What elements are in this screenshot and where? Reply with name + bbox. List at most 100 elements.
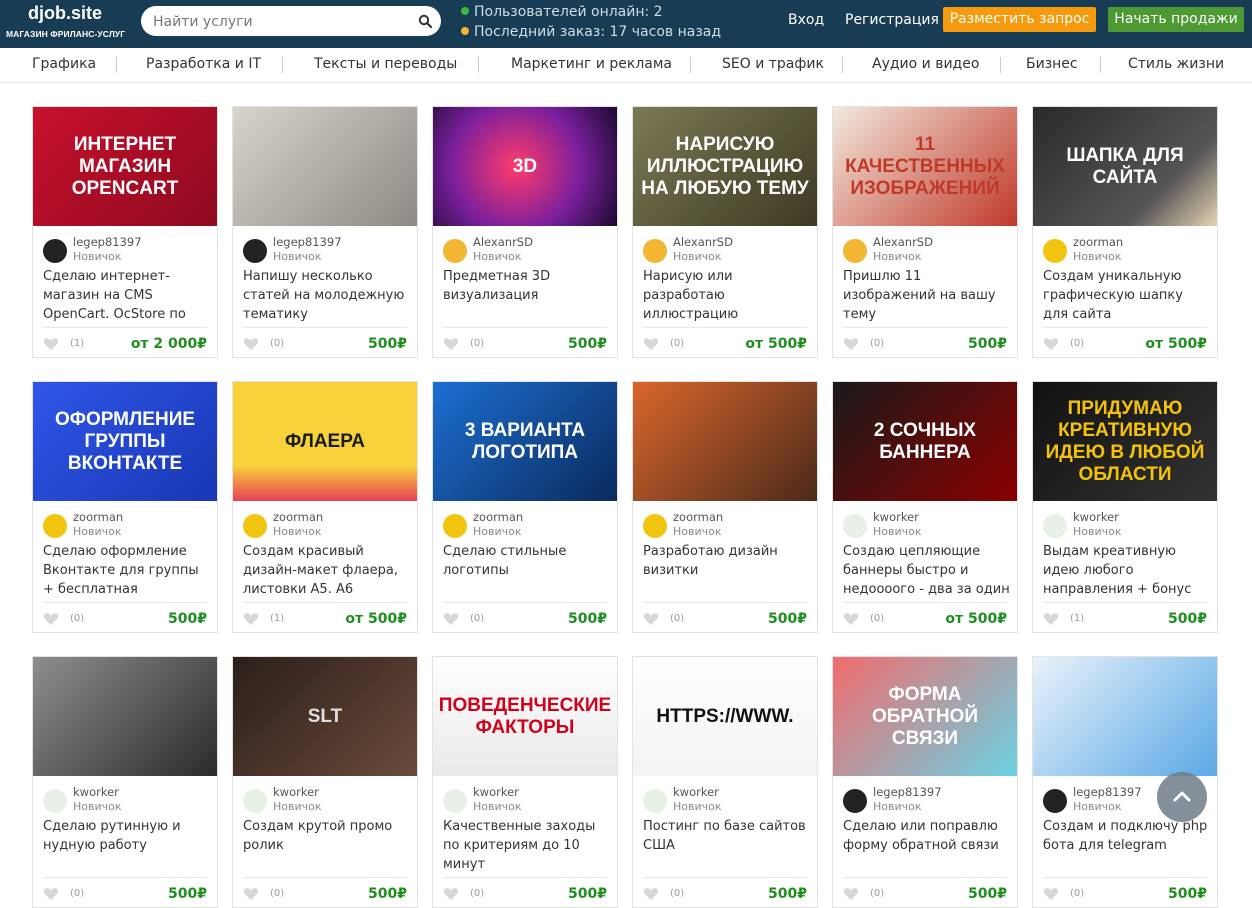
nav-development[interactable]: Разработка и IT xyxy=(146,56,261,72)
service-card[interactable]: Форма обратной связи legep81397 Новичок Сде… xyxy=(832,656,1018,908)
seller-name[interactable]: kworker xyxy=(1073,510,1119,524)
service-card[interactable]: Придумаю креативную идею в любой области… xyxy=(1032,381,1218,633)
heart-icon[interactable] xyxy=(243,887,259,901)
avatar[interactable] xyxy=(443,239,467,263)
seller-name[interactable]: kworker xyxy=(873,510,919,524)
login-link[interactable]: Вход xyxy=(788,12,824,28)
service-card[interactable]: legep81397 Новичок Напишу несколько статей… xyxy=(232,106,418,358)
service-thumbnail[interactable]: https://www. xyxy=(633,657,817,776)
heart-icon[interactable] xyxy=(643,612,659,626)
service-thumbnail[interactable]: 11 качественных изображений xyxy=(833,107,1017,226)
seller-name[interactable]: kworker xyxy=(673,785,719,799)
service-card[interactable]: Интернет магазин OpenCart legep81397 Нович… xyxy=(32,106,218,358)
site-logo[interactable]: djob.site МАГАЗИН ФРИЛАНС-УСЛУГ xyxy=(6,2,132,46)
search-icon[interactable] xyxy=(418,14,432,28)
nav-seo[interactable]: SEO и трафик xyxy=(722,56,824,72)
service-thumbnail[interactable] xyxy=(633,382,817,501)
start-selling-button[interactable]: Начать продажи xyxy=(1108,7,1244,32)
seller-name[interactable]: legep81397 xyxy=(73,235,142,249)
avatar[interactable] xyxy=(1043,514,1067,538)
service-thumbnail[interactable]: 3 варианта логотипа xyxy=(433,382,617,501)
search-input[interactable] xyxy=(151,6,410,38)
avatar[interactable] xyxy=(443,789,467,813)
seller-name[interactable]: zoorman xyxy=(1073,235,1123,249)
seller-name[interactable]: kworker xyxy=(73,785,119,799)
service-card[interactable]: 3D AlexanrSD Новичок Предметная 3D визуализ… xyxy=(432,106,618,358)
seller-name[interactable]: legep81397 xyxy=(1073,785,1142,799)
nav-graphics[interactable]: Графика xyxy=(32,56,96,72)
avatar[interactable] xyxy=(643,789,667,813)
seller-name[interactable]: zoorman xyxy=(273,510,323,524)
service-thumbnail[interactable]: Поведенческие факторы xyxy=(433,657,617,776)
service-title[interactable]: Сделаю рутинную и нудную работу xyxy=(43,817,211,874)
avatar[interactable] xyxy=(843,239,867,263)
service-card[interactable]: Флаера zoorman Новичок Создам красивый диза… xyxy=(232,381,418,633)
heart-icon[interactable] xyxy=(643,887,659,901)
heart-icon[interactable] xyxy=(243,337,259,351)
avatar[interactable] xyxy=(243,239,267,263)
service-title[interactable]: Напишу несколько статей на молодежную те… xyxy=(243,267,411,324)
service-thumbnail[interactable]: Оформление группы Вконтакте xyxy=(33,382,217,501)
service-card[interactable]: Шапка для сайта zoorman Новичок Создам уник… xyxy=(1032,106,1218,358)
service-title[interactable]: Пришлю 11 изображений на вашу тему xyxy=(843,267,1011,324)
service-thumbnail[interactable]: Интернет магазин OpenCart xyxy=(33,107,217,226)
heart-icon[interactable] xyxy=(43,887,59,901)
nav-audio-video[interactable]: Аудио и видео xyxy=(872,56,979,72)
service-card[interactable]: Оформление группы Вконтакте zoorman Новичо… xyxy=(32,381,218,633)
heart-icon[interactable] xyxy=(443,612,459,626)
avatar[interactable] xyxy=(843,789,867,813)
register-link[interactable]: Регистрация xyxy=(845,12,939,28)
nav-texts[interactable]: Тексты и переводы xyxy=(314,56,457,72)
service-thumbnail[interactable]: SLT xyxy=(233,657,417,776)
avatar[interactable] xyxy=(243,514,267,538)
service-title[interactable]: Создам и подключу php бота для telegram xyxy=(1043,817,1211,874)
service-thumbnail[interactable]: Форма обратной связи xyxy=(833,657,1017,776)
service-title[interactable]: Создам красивый дизайн-макет флаера, лис… xyxy=(243,542,411,599)
service-title[interactable]: Создам крутой промо ролик xyxy=(243,817,411,874)
service-card[interactable]: 3 варианта логотипа zoorman Новичок Сделаю … xyxy=(432,381,618,633)
service-title[interactable]: Сделаю или поправлю форму обратной связи xyxy=(843,817,1011,874)
service-thumbnail[interactable]: Придумаю креативную идею в любой области xyxy=(1033,382,1217,501)
service-title[interactable]: Создаю цепляющие баннеры быстро и недооо… xyxy=(843,542,1011,599)
seller-name[interactable]: AlexanrSD xyxy=(473,235,533,249)
service-thumbnail[interactable]: Флаера xyxy=(233,382,417,501)
service-card[interactable]: kworker Новичок Сделаю рутинную и нудную р… xyxy=(32,656,218,908)
avatar[interactable] xyxy=(43,239,67,263)
service-title[interactable]: Выдам креативную идею любого направления… xyxy=(1043,542,1211,599)
heart-icon[interactable] xyxy=(843,887,859,901)
service-title[interactable]: Сделаю интернет-магазин на CMS OpenCart.… xyxy=(43,267,211,324)
heart-icon[interactable] xyxy=(443,887,459,901)
avatar[interactable] xyxy=(243,789,267,813)
avatar[interactable] xyxy=(443,514,467,538)
service-title[interactable]: Нарисую или разработаю иллюстрацию xyxy=(643,267,811,324)
nav-lifestyle[interactable]: Стиль жизни xyxy=(1128,56,1224,72)
scroll-to-top-button[interactable] xyxy=(1157,772,1207,822)
service-thumbnail[interactable]: 3D xyxy=(433,107,617,226)
service-title[interactable]: Сделаю стильные логотипы xyxy=(443,542,611,599)
heart-icon[interactable] xyxy=(1043,337,1059,351)
nav-marketing[interactable]: Маркетинг и реклама xyxy=(511,56,672,72)
service-thumbnail[interactable] xyxy=(233,107,417,226)
heart-icon[interactable] xyxy=(643,337,659,351)
avatar[interactable] xyxy=(643,514,667,538)
service-thumbnail[interactable] xyxy=(33,657,217,776)
service-thumbnail[interactable] xyxy=(1033,657,1217,776)
seller-name[interactable]: zoorman xyxy=(473,510,523,524)
avatar[interactable] xyxy=(43,514,67,538)
heart-icon[interactable] xyxy=(843,337,859,351)
seller-name[interactable]: kworker xyxy=(473,785,519,799)
service-title[interactable]: Разработаю дизайн визитки xyxy=(643,542,811,599)
service-title[interactable]: Сделаю оформление Вконтакте для группы +… xyxy=(43,542,211,599)
seller-name[interactable]: AlexanrSD xyxy=(873,235,933,249)
service-title[interactable]: Создам уникальную графическую шапку для … xyxy=(1043,267,1211,324)
heart-icon[interactable] xyxy=(843,612,859,626)
heart-icon[interactable] xyxy=(243,612,259,626)
seller-name[interactable]: zoorman xyxy=(73,510,123,524)
service-card[interactable]: SLT kworker Новичок Создам крутой промо рол… xyxy=(232,656,418,908)
heart-icon[interactable] xyxy=(443,337,459,351)
service-thumbnail[interactable]: 2 сочных баннера xyxy=(833,382,1017,501)
heart-icon[interactable] xyxy=(1043,887,1059,901)
service-card[interactable]: 11 качественных изображений AlexanrSD Нови… xyxy=(832,106,1018,358)
avatar[interactable] xyxy=(43,789,67,813)
heart-icon[interactable] xyxy=(43,337,59,351)
